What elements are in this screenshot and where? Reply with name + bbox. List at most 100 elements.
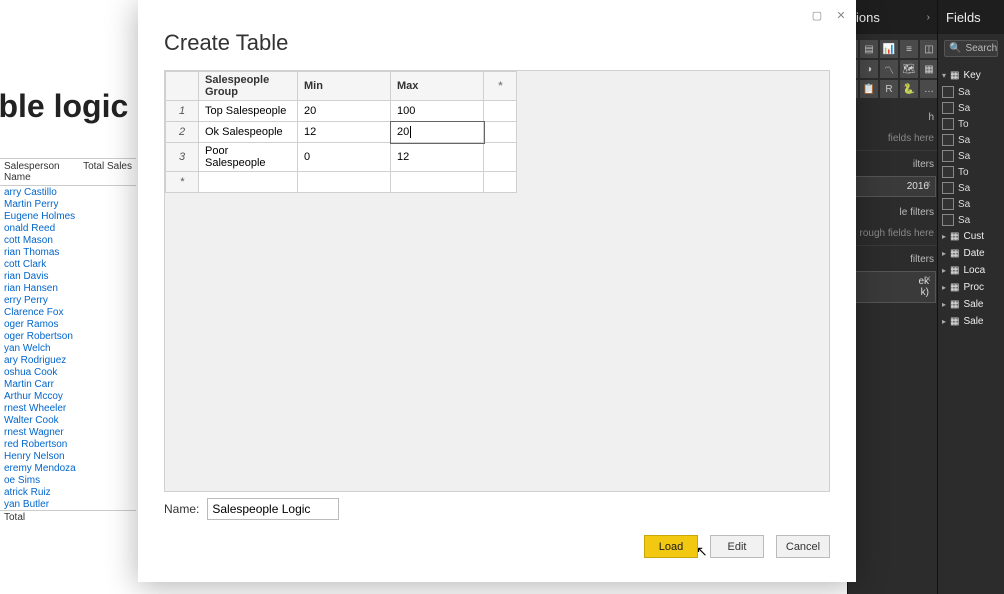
viz-type-icon[interactable]: 🐍 [900,80,918,98]
viz-type-icon[interactable]: ▤ [860,40,878,58]
field-item[interactable]: Sa [940,132,1002,148]
filter-chip-week[interactable]: × ek k) [850,271,936,303]
field-item[interactable]: Sa [940,148,1002,164]
viz-type-icon[interactable]: ▦ [920,60,938,78]
field-item[interactable]: Sa [940,100,1002,116]
checkbox-icon[interactable] [942,182,954,194]
field-item[interactable]: Sa [940,84,1002,100]
window-maximize-icon[interactable]: ▢ [810,8,824,22]
table-row[interactable]: oshua Cook [0,366,136,378]
table-row[interactable]: 2Ok Salespeople1220​ [166,122,517,143]
checkbox-icon[interactable] [942,134,954,146]
table-row[interactable]: cott Clark [0,258,136,270]
table-row[interactable]: oger Robertson [0,330,136,342]
create-table-dialog: ▢ ✕ Create Table Salespeople Group Min M… [138,0,856,582]
values-drop-hint[interactable]: fields here [848,127,938,151]
cell-group[interactable]: Poor Salespeople [199,143,298,172]
table-row[interactable]: atrick Ruiz [0,486,136,498]
cell-max[interactable]: 20​ [391,122,484,143]
table-editor[interactable]: Salespeople Group Min Max * 1Top Salespe… [164,70,830,492]
col-min[interactable]: Min [298,72,391,101]
table-row[interactable]: 1Top Salespeople20100 [166,101,517,122]
viz-type-icon[interactable]: 📊 [880,40,898,58]
table-row[interactable]: Eugene Holmes [0,210,136,222]
close-icon[interactable]: × [925,179,931,190]
viz-type-icon[interactable]: R [880,80,898,98]
checkbox-icon[interactable] [942,86,954,98]
table-row[interactable]: Martin Carr [0,378,136,390]
col-salespeople-group[interactable]: Salespeople Group [199,72,298,101]
table-row[interactable]: ary Rodriguez [0,354,136,366]
viz-type-icon[interactable]: 📋 [860,80,878,98]
viz-type-icon[interactable]: 〽 [880,60,898,78]
fields-table-collapsed[interactable]: ▸▦Loca [940,262,1002,279]
table-row[interactable]: Henry Nelson [0,450,136,462]
window-close-icon[interactable]: ✕ [834,8,848,22]
fields-table-key[interactable]: ▾ ▦ Key [940,67,1002,84]
checkbox-icon[interactable] [942,118,954,130]
fields-table-collapsed[interactable]: ▸▦Cust [940,228,1002,245]
cell-min[interactable]: 20 [298,101,391,122]
viz-pane-header[interactable]: ions › [848,0,938,34]
checkbox-icon[interactable] [942,214,954,226]
fields-table-collapsed[interactable]: ▸▦Date [940,245,1002,262]
cell-min[interactable]: 12 [298,122,391,143]
field-item[interactable]: Sa [940,212,1002,228]
fields-pane-header[interactable]: Fields [938,0,1004,34]
table-row[interactable]: Arthur Mccoy [0,390,136,402]
table-row[interactable]: Clarence Fox [0,306,136,318]
field-item[interactable]: To [940,116,1002,132]
table-row[interactable]: Walter Cook [0,414,136,426]
checkbox-icon[interactable] [942,102,954,114]
checkbox-icon[interactable] [942,198,954,210]
load-button[interactable]: Load [644,535,698,558]
field-item[interactable]: Sa [940,180,1002,196]
table-row[interactable]: rnest Wheeler [0,402,136,414]
checkbox-icon[interactable] [942,150,954,162]
table-row[interactable]: red Robertson [0,438,136,450]
table-row[interactable]: yan Welch [0,342,136,354]
viz-type-icon[interactable]: ◑ [860,60,878,78]
table-row[interactable]: cott Mason [0,234,136,246]
table-row[interactable]: eremy Mendoza [0,462,136,474]
col-max[interactable]: Max [391,72,484,101]
viz-type-icon[interactable]: … [920,80,938,98]
fields-table-collapsed[interactable]: ▸▦Proc [940,279,1002,296]
table-row[interactable]: arry Castillo [0,186,136,198]
cancel-button[interactable]: Cancel [776,535,830,558]
table-row[interactable]: rian Davis [0,270,136,282]
table-row[interactable]: rian Thomas [0,246,136,258]
table-new-row[interactable]: * [166,172,517,193]
viz-type-icon[interactable]: ◫ [920,40,938,58]
fields-search[interactable]: 🔍 Search [938,34,1004,63]
cell-max[interactable]: 12 [391,143,484,172]
fields-table-collapsed[interactable]: ▸▦Sale [940,313,1002,330]
table-row[interactable]: onald Reed [0,222,136,234]
close-icon[interactable]: × [925,274,931,285]
drillthrough-hint[interactable]: rough fields here [848,222,938,246]
cell-min[interactable]: 0 [298,143,391,172]
table-row[interactable]: rnest Wagner [0,426,136,438]
table-icon: ▦ [950,299,959,310]
edit-button[interactable]: Edit [710,535,764,558]
fields-table-collapsed[interactable]: ▸▦Sale [940,296,1002,313]
table-row[interactable]: yan Butler [0,498,136,510]
checkbox-icon[interactable] [942,166,954,178]
viz-type-icon[interactable]: ≡ [900,40,918,58]
table-row[interactable]: erry Perry [0,294,136,306]
field-item[interactable]: To [940,164,1002,180]
chevron-right-icon: › [927,12,930,23]
cell-group[interactable]: Ok Salespeople [199,122,298,143]
cell-max[interactable]: 100 [391,101,484,122]
table-row[interactable]: Martin Perry [0,198,136,210]
table-row[interactable]: 3Poor Salespeople012 [166,143,517,172]
table-row[interactable]: rian Hansen [0,282,136,294]
viz-type-icon[interactable]: 🗺 [900,60,918,78]
field-item[interactable]: Sa [940,196,1002,212]
filter-chip-year[interactable]: × 2016 [850,176,936,197]
table-row[interactable]: oe Sims [0,474,136,486]
table-name-input[interactable] [207,498,339,520]
add-column[interactable]: * [484,72,517,101]
cell-group[interactable]: Top Salespeople [199,101,298,122]
table-row[interactable]: oger Ramos [0,318,136,330]
